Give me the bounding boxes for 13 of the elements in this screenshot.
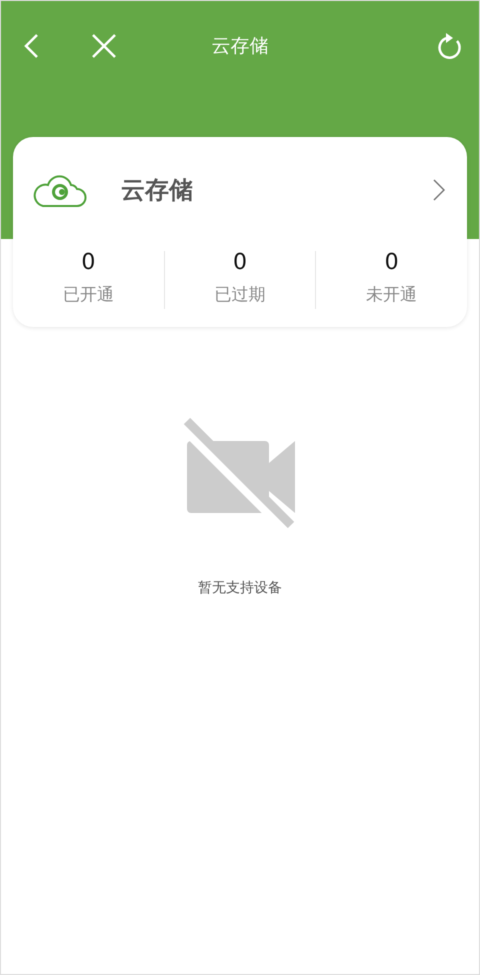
stat-value: 0 xyxy=(81,251,96,276)
empty-message: 暂无支持设备 xyxy=(198,578,282,598)
stat-label: 已过期 xyxy=(214,284,266,308)
stat-value: 0 xyxy=(384,251,399,276)
page-title: 云存储 xyxy=(212,34,268,57)
chevron-right-icon xyxy=(433,179,445,201)
cloud-storage-card[interactable]: 云存储 0 已开通 0 已过期 0 未开通 xyxy=(13,137,467,327)
card-title: 云存储 xyxy=(121,175,194,206)
refresh-button[interactable] xyxy=(437,32,463,60)
stat-value: 0 xyxy=(233,251,247,276)
stat-label: 未开通 xyxy=(366,284,418,308)
stat-label: 已开通 xyxy=(62,284,114,308)
close-button[interactable] xyxy=(91,33,117,59)
